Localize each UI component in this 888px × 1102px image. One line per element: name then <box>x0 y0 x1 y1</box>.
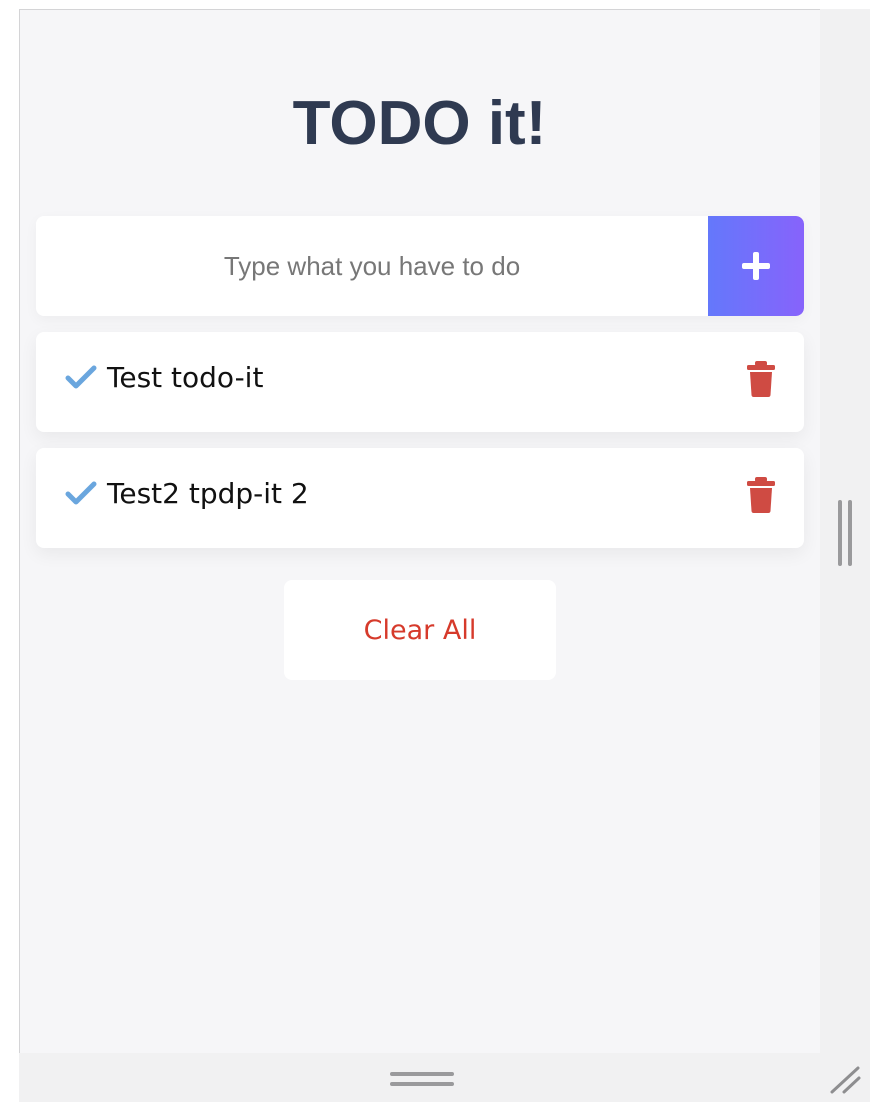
checkmark-icon[interactable] <box>64 364 98 392</box>
todo-input[interactable] <box>36 216 708 316</box>
horizontal-resize-handle[interactable] <box>390 1072 454 1088</box>
todo-item: Test todo-it <box>36 332 804 432</box>
checkmark-icon[interactable] <box>64 480 98 508</box>
todo-text: Test2 tpdp-it 2 <box>107 477 309 510</box>
page-title: TODO it! <box>292 89 547 158</box>
trash-icon[interactable] <box>745 476 777 514</box>
vertical-resize-handle[interactable] <box>838 500 854 566</box>
trash-icon[interactable] <box>745 360 777 398</box>
add-todo-button[interactable] <box>708 216 804 316</box>
todo-text: Test todo-it <box>107 361 264 394</box>
todo-input-row <box>36 216 804 316</box>
todo-item: Test2 tpdp-it 2 <box>36 448 804 548</box>
plus-icon <box>742 252 770 280</box>
corner-resize-icon[interactable] <box>828 1064 864 1096</box>
clear-all-button[interactable]: Clear All <box>284 580 556 680</box>
